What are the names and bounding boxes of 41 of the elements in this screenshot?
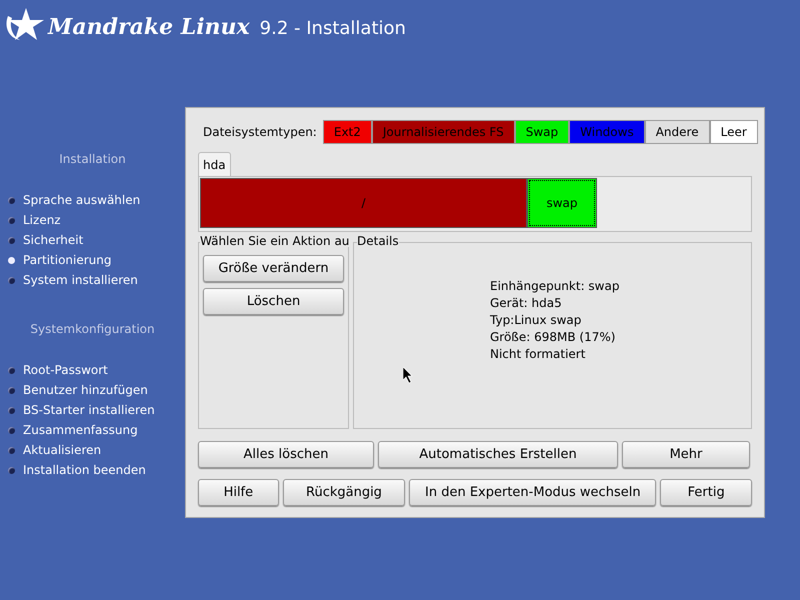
step-item[interactable]: Lizenz xyxy=(23,211,61,229)
mouse-pointer-icon xyxy=(403,367,413,383)
step-item[interactable]: Benutzer hinzufügen xyxy=(23,381,148,399)
detail-line: Nicht formatiert xyxy=(490,346,586,363)
disk-tab[interactable]: hda xyxy=(198,152,231,176)
step-item[interactable]: BS-Starter installieren xyxy=(23,401,155,419)
filesystem-type-swatch: Leer xyxy=(710,120,758,144)
step-item[interactable]: Aktualisieren xyxy=(23,441,102,459)
section-heading: Systemkonfiguration xyxy=(29,321,156,338)
step-item[interactable]: Installation beenden xyxy=(23,461,146,479)
filesystem-type-swatch: Ext2 xyxy=(322,120,372,144)
push-button[interactable]: Größe verändern xyxy=(203,255,344,282)
push-button[interactable]: In den Experten-Modus wechseln xyxy=(409,479,656,506)
filesystem-type-swatch: Windows xyxy=(569,120,645,144)
filesystem-type-swatch: Andere xyxy=(644,120,710,144)
step-item[interactable]: System installieren xyxy=(23,271,138,289)
step-item[interactable]: Sprache auswählen xyxy=(23,191,140,209)
step-item[interactable]: Root-Passwort xyxy=(23,361,108,379)
detail-line: Einhängepunkt: swap xyxy=(490,278,620,295)
section-heading: Installation xyxy=(58,151,127,168)
push-button[interactable]: Mehr xyxy=(622,441,750,468)
detail-line: Typ:Linux swap xyxy=(490,312,582,329)
partition-segment[interactable]: swap xyxy=(527,178,597,228)
window-title: 9.2 - Installation xyxy=(260,20,406,38)
legend-label: Dateisystemtypen: xyxy=(203,124,317,141)
push-button[interactable]: Automatisches Erstellen xyxy=(378,441,618,468)
step-item[interactable]: Zusammenfassung xyxy=(23,421,138,439)
step-item[interactable]: Sicherheit xyxy=(23,231,84,249)
filesystem-type-swatch: Journalisierendes FS xyxy=(372,120,515,144)
push-button[interactable]: Hilfe xyxy=(198,479,279,506)
logo-wordmark: Mandrake Linux xyxy=(48,16,250,38)
push-button[interactable]: Alles löschen xyxy=(198,441,374,468)
push-button[interactable]: Rückgängig xyxy=(282,479,406,506)
filesystem-type-swatch: Swap xyxy=(514,120,570,144)
push-button[interactable]: Löschen xyxy=(203,288,344,315)
detail-line: Größe: 698MB (17%) xyxy=(490,329,616,346)
detail-line: Gerät: hda5 xyxy=(490,295,563,312)
group-title: Details xyxy=(357,235,399,247)
step-item[interactable]: Partitionierung xyxy=(23,251,112,269)
group-title: Wählen Sie ein Aktion au xyxy=(200,235,350,247)
push-button[interactable]: Fertig xyxy=(660,479,752,506)
